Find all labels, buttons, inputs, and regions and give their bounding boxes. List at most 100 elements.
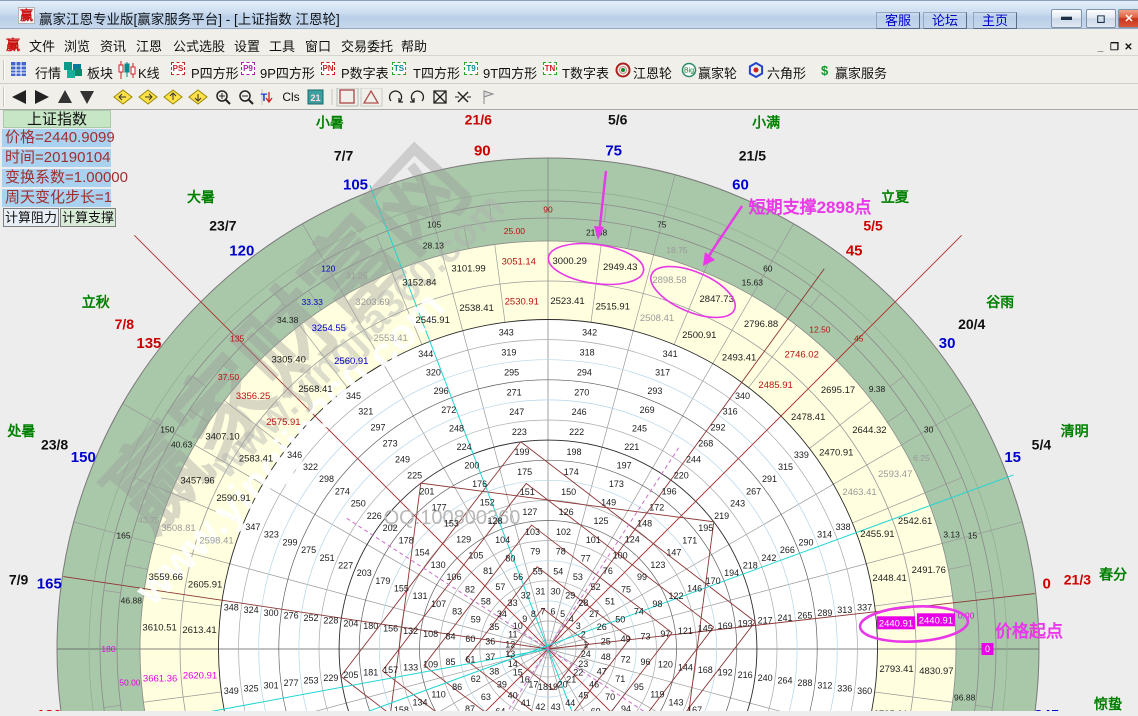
svg-text:77: 77 [581, 553, 591, 563]
svg-text:短期支撑2898点: 短期支撑2898点 [749, 197, 872, 217]
svg-text:2448.41: 2448.41 [872, 573, 906, 584]
svg-text:3152.84: 3152.84 [402, 277, 436, 288]
svg-text:240: 240 [758, 673, 773, 683]
svg-text:5: 5 [560, 609, 565, 619]
svg-text:3000.29: 3000.29 [553, 256, 587, 267]
svg-text:168: 168 [698, 665, 713, 675]
svg-text:125: 125 [593, 516, 608, 526]
svg-text:71: 71 [615, 674, 625, 684]
svg-text:3305.40: 3305.40 [272, 354, 306, 365]
svg-text:95: 95 [634, 682, 644, 692]
svg-text:43.75: 43.75 [138, 515, 160, 525]
svg-text:270: 270 [574, 387, 589, 397]
svg-text:13: 13 [505, 649, 515, 659]
svg-text:104: 104 [495, 535, 510, 545]
svg-text:2463.41: 2463.41 [842, 487, 876, 498]
svg-text:79: 79 [530, 547, 540, 557]
svg-text:2538.41: 2538.41 [459, 303, 493, 314]
svg-text:321: 321 [358, 407, 373, 417]
svg-text:47: 47 [597, 667, 607, 677]
svg-text:291: 291 [762, 474, 777, 484]
svg-text:87: 87 [465, 704, 475, 711]
svg-text:199: 199 [514, 447, 529, 457]
svg-text:6.25: 6.25 [913, 453, 930, 463]
svg-text:267: 267 [746, 487, 761, 497]
svg-text:Big: Big [684, 68, 694, 75]
svg-text:320: 320 [426, 368, 441, 378]
svg-text:41: 41 [521, 698, 531, 708]
svg-text:3356.25: 3356.25 [236, 391, 270, 402]
svg-text:60: 60 [763, 263, 773, 273]
svg-text:274: 274 [335, 487, 350, 497]
svg-text:120: 120 [321, 263, 335, 273]
svg-text:347: 347 [245, 522, 260, 532]
svg-text:300: 300 [264, 608, 279, 618]
svg-text:15: 15 [1004, 449, 1021, 466]
svg-text:120: 120 [229, 242, 254, 259]
svg-text:3407.10: 3407.10 [205, 431, 239, 442]
svg-text:21/5: 21/5 [739, 148, 766, 164]
svg-text:42: 42 [535, 702, 545, 711]
svg-text:53: 53 [573, 572, 583, 582]
svg-text:157: 157 [383, 665, 398, 675]
svg-text:2593.47: 2593.47 [878, 469, 912, 480]
svg-text:150: 150 [71, 449, 96, 466]
svg-text:131: 131 [412, 591, 427, 601]
svg-text:2530.91: 2530.91 [505, 296, 539, 307]
svg-text:2575.91: 2575.91 [266, 417, 300, 428]
svg-text:2695.17: 2695.17 [821, 385, 855, 396]
svg-text:216: 216 [738, 670, 753, 680]
svg-text:46.88: 46.88 [121, 596, 143, 606]
svg-text:178: 178 [399, 535, 414, 545]
svg-text:226: 226 [367, 511, 382, 521]
svg-text:2470.91: 2470.91 [819, 448, 853, 459]
svg-text:25.00: 25.00 [504, 226, 526, 236]
svg-text:338: 338 [836, 522, 851, 532]
svg-text:19: 19 [548, 682, 558, 692]
svg-text:313: 313 [837, 605, 852, 615]
svg-text:3661.36: 3661.36 [143, 674, 177, 685]
svg-text:2793.41: 2793.41 [879, 664, 913, 675]
svg-text:49: 49 [621, 634, 631, 644]
svg-text:99: 99 [637, 572, 647, 582]
svg-text:229: 229 [323, 673, 338, 683]
svg-text:12.50: 12.50 [809, 325, 831, 335]
svg-text:大暑: 大暑 [187, 189, 215, 205]
svg-text:105: 105 [343, 177, 368, 194]
svg-text:201: 201 [419, 487, 434, 497]
svg-text:248: 248 [449, 423, 464, 433]
svg-text:2491.76: 2491.76 [912, 565, 946, 576]
svg-text:200: 200 [464, 461, 479, 471]
svg-text:345: 345 [346, 391, 361, 401]
svg-text:57: 57 [495, 582, 505, 592]
svg-text:244: 244 [686, 455, 701, 465]
svg-text:36: 36 [485, 637, 495, 647]
svg-text:173: 173 [609, 479, 624, 489]
svg-text:155: 155 [394, 584, 409, 594]
svg-text:223: 223 [512, 427, 527, 437]
svg-text:337: 337 [857, 603, 872, 613]
svg-text:218: 218 [743, 561, 758, 571]
svg-text:110: 110 [431, 690, 445, 700]
svg-text:34: 34 [497, 609, 507, 619]
svg-text:22: 22 [573, 667, 583, 677]
svg-text:60: 60 [732, 177, 749, 194]
svg-text:196: 196 [662, 487, 677, 497]
svg-text:198: 198 [566, 447, 581, 457]
svg-text:25: 25 [601, 637, 611, 647]
svg-text:31.25: 31.25 [346, 271, 368, 281]
svg-text:52: 52 [591, 582, 601, 592]
svg-text:253: 253 [303, 675, 318, 685]
svg-text:123: 123 [650, 560, 665, 570]
svg-text:174: 174 [564, 467, 579, 477]
svg-text:59: 59 [471, 614, 481, 624]
svg-text:205: 205 [343, 670, 358, 680]
svg-text:252: 252 [303, 613, 318, 623]
svg-text:172: 172 [649, 502, 664, 512]
svg-text:2478.41: 2478.41 [791, 412, 825, 423]
svg-text:2: 2 [581, 630, 586, 640]
svg-text:64: 64 [495, 706, 505, 711]
svg-text:15: 15 [968, 530, 978, 540]
svg-text:21/6: 21/6 [465, 112, 492, 128]
svg-text:72: 72 [621, 655, 631, 665]
